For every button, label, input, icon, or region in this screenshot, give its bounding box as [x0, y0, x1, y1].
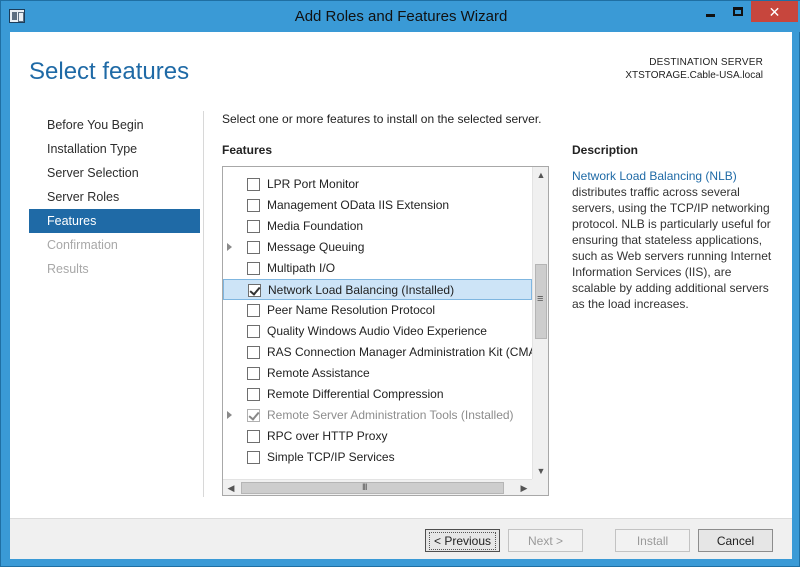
- feature-label: Multipath I/O: [267, 261, 336, 275]
- description-text: Network Load Balancing (NLB) distributes…: [572, 168, 777, 312]
- feature-checkbox[interactable]: [247, 430, 260, 443]
- previous-button-label: < Previous: [428, 531, 497, 550]
- wizard-footer: < Previous Next > Install Cancel: [10, 518, 792, 559]
- close-button[interactable]: ✕: [751, 1, 798, 22]
- title-bar[interactable]: Add Roles and Features Wizard ✕: [1, 1, 800, 32]
- feature-label: Network Load Balancing (Installed): [268, 283, 455, 297]
- feature-row[interactable]: RPC over HTTP Proxy: [223, 426, 532, 447]
- nav-item-installation-type[interactable]: Installation Type: [29, 137, 200, 161]
- install-button[interactable]: Install: [615, 529, 690, 552]
- features-heading: Features: [222, 143, 273, 157]
- description-heading: Description: [572, 143, 639, 157]
- description-body: distributes traffic across several serve…: [572, 185, 772, 311]
- vertical-scroll-thumb[interactable]: [535, 264, 547, 339]
- feature-checkbox[interactable]: [247, 262, 260, 275]
- feature-checkbox[interactable]: [247, 388, 260, 401]
- description-link[interactable]: Network Load Balancing (NLB): [572, 169, 737, 183]
- feature-checkbox[interactable]: [247, 367, 260, 380]
- feature-checkbox[interactable]: [247, 325, 260, 338]
- feature-checkbox[interactable]: [247, 199, 260, 212]
- nav-item-results: Results: [47, 262, 89, 276]
- nav-item-features[interactable]: Features: [29, 209, 200, 233]
- feature-row[interactable]: Remote Server Administration Tools (Inst…: [223, 405, 532, 426]
- maximize-icon: [732, 7, 743, 16]
- feature-row[interactable]: Message Queuing: [223, 237, 532, 258]
- destination-server-name: XTSTORAGE.Cable-USA.local: [625, 70, 763, 81]
- feature-label: Media Foundation: [267, 219, 364, 233]
- feature-label: Quality Windows Audio Video Experience: [267, 324, 487, 338]
- instruction-text: Select one or more features to install o…: [222, 112, 542, 126]
- feature-label: Remote Assistance: [267, 366, 370, 380]
- nav-divider: [203, 111, 204, 497]
- expand-arrow-icon[interactable]: [227, 243, 232, 251]
- feature-row[interactable]: Management OData IIS Extension: [223, 195, 532, 216]
- maximize-button[interactable]: [724, 1, 751, 22]
- wizard-header: Select features DESTINATION SERVER XTSTO…: [10, 32, 792, 106]
- feature-row[interactable]: Peer Name Resolution Protocol: [223, 300, 532, 321]
- expand-arrow-icon[interactable]: [227, 411, 232, 419]
- feature-row[interactable]: Remote Assistance: [223, 363, 532, 384]
- feature-label: Remote Server Administration Tools (Inst…: [267, 408, 514, 422]
- feature-row[interactable]: LPR Port Monitor: [223, 174, 532, 195]
- page-title: Select features: [29, 58, 190, 85]
- nav-item-before-you-begin[interactable]: Before You Begin: [29, 113, 200, 137]
- feature-row[interactable]: Simple TCP/IP Services: [223, 447, 532, 468]
- feature-label: Remote Differential Compression: [267, 387, 444, 401]
- scrollbar-corner: [532, 479, 548, 495]
- feature-checkbox[interactable]: [247, 346, 260, 359]
- feature-row[interactable]: RAS Connection Manager Administration Ki…: [223, 342, 532, 363]
- cancel-button[interactable]: Cancel: [698, 529, 773, 552]
- destination-server-label: DESTINATION SERVER: [649, 57, 763, 68]
- nav-item-server-roles[interactable]: Server Roles: [29, 185, 200, 209]
- previous-button[interactable]: < Previous: [425, 529, 500, 552]
- horizontal-scrollbar[interactable]: ◀ ▶: [223, 479, 532, 495]
- feature-checkbox: [247, 409, 260, 422]
- wizard-window: Add Roles and Features Wizard ✕ Select f…: [0, 0, 800, 567]
- next-button[interactable]: Next >: [508, 529, 583, 552]
- minimize-button[interactable]: [697, 1, 724, 22]
- scroll-down-icon[interactable]: ▼: [533, 463, 548, 479]
- features-list[interactable]: LPR Port Monitor Management OData IIS Ext…: [222, 166, 549, 496]
- minimize-icon: [706, 13, 715, 17]
- nav-item-confirmation: Confirmation: [47, 238, 118, 252]
- feature-row[interactable]: Media Foundation: [223, 216, 532, 237]
- feature-row[interactable]: Multipath I/O: [223, 258, 532, 279]
- feature-row[interactable]: Network Load Balancing (Installed): [223, 279, 532, 300]
- feature-label: Message Queuing: [267, 240, 365, 254]
- feature-row[interactable]: Remote Differential Compression: [223, 384, 532, 405]
- feature-checkbox[interactable]: [247, 451, 260, 464]
- feature-label: RPC over HTTP Proxy: [267, 429, 388, 443]
- feature-checkbox[interactable]: [247, 178, 260, 191]
- feature-label: Management OData IIS Extension: [267, 198, 450, 212]
- feature-checkbox[interactable]: [247, 241, 260, 254]
- wizard-content: Select features DESTINATION SERVER XTSTO…: [10, 32, 792, 518]
- scroll-up-icon[interactable]: ▲: [533, 167, 548, 183]
- wizard-nav: Before You Begin Installation Type Server …: [29, 113, 200, 281]
- feature-label: Simple TCP/IP Services: [267, 450, 395, 464]
- vertical-scrollbar[interactable]: ▲ ▼: [532, 167, 548, 479]
- feature-label: RAS Connection Manager Administration Ki…: [267, 345, 532, 359]
- feature-label: LPR Port Monitor: [267, 177, 360, 191]
- feature-checkbox[interactable]: [248, 284, 261, 297]
- feature-row[interactable]: Quality Windows Audio Video Experience: [223, 321, 532, 342]
- scroll-right-icon[interactable]: ▶: [516, 480, 532, 495]
- close-icon: ✕: [768, 3, 781, 20]
- nav-item-server-selection[interactable]: Server Selection: [29, 161, 200, 185]
- feature-checkbox[interactable]: [247, 304, 260, 317]
- features-list-items: LPR Port Monitor Management OData IIS Ext…: [223, 167, 532, 479]
- feature-checkbox[interactable]: [247, 220, 260, 233]
- scroll-left-icon[interactable]: ◀: [223, 480, 239, 495]
- feature-label: Peer Name Resolution Protocol: [267, 303, 436, 317]
- horizontal-scroll-thumb[interactable]: [241, 482, 504, 494]
- window-title: Add Roles and Features Wizard: [294, 8, 508, 25]
